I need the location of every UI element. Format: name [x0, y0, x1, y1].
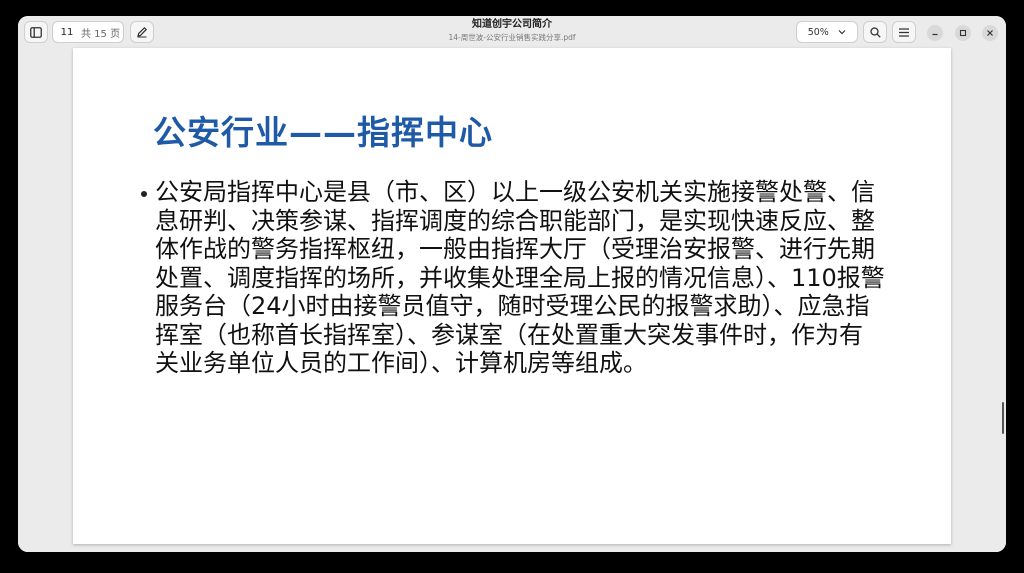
minimize-button[interactable]	[927, 25, 943, 41]
sidebar-toggle-button[interactable]	[24, 21, 48, 43]
page-navigator: 共 15 页	[52, 21, 124, 43]
page-total-label: 共 15 页	[81, 28, 121, 40]
annotate-button[interactable]	[130, 21, 154, 43]
window-title: 知道创宇公司简介	[472, 19, 552, 30]
header-bar: 共 15 页 知道创宇公司简介 14-周世波-公安行业销售实践分享.pdf 50…	[18, 16, 1006, 48]
close-icon	[987, 30, 993, 36]
zoom-dropdown[interactable]: 50%	[796, 21, 858, 43]
maximize-icon	[959, 29, 967, 37]
close-button[interactable]	[982, 25, 998, 41]
slide-title: 公安行业——指挥中心	[153, 113, 493, 152]
pencil-icon	[137, 26, 148, 38]
window-titles: 知道创宇公司简介 14-周世波-公安行业销售实践分享.pdf	[318, 18, 706, 44]
maximize-button[interactable]	[955, 25, 971, 41]
pdf-page: 公安行业——指挥中心 公安局指挥中心是县（市、区）以上一级公安机关实施接警处警、…	[73, 48, 951, 544]
bullet-point	[141, 191, 147, 197]
page-number-input[interactable]	[53, 22, 81, 42]
chevron-down-icon	[838, 30, 846, 35]
search-button[interactable]	[863, 21, 887, 43]
slide-body-text: 公安局指挥中心是县（市、区）以上一级公安机关实施接警处警、信息研判、决策参谋、指…	[155, 178, 885, 377]
document-filename: 14-周世波-公安行业销售实践分享.pdf	[448, 33, 576, 42]
zoom-level: 50%	[807, 26, 829, 38]
main-menu-button[interactable]	[892, 21, 916, 43]
hamburger-menu-icon	[899, 27, 909, 37]
document-viewer-window: 共 15 页 知道创宇公司简介 14-周世波-公安行业销售实践分享.pdf 50…	[18, 16, 1006, 552]
document-view[interactable]: 公安行业——指挥中心 公安局指挥中心是县（市、区）以上一级公安机关实施接警处警、…	[18, 48, 1006, 552]
minimize-icon	[932, 33, 938, 36]
search-icon	[869, 26, 881, 38]
sidebar-toggle-icon	[30, 26, 42, 38]
vertical-scrollbar[interactable]	[1002, 402, 1004, 434]
